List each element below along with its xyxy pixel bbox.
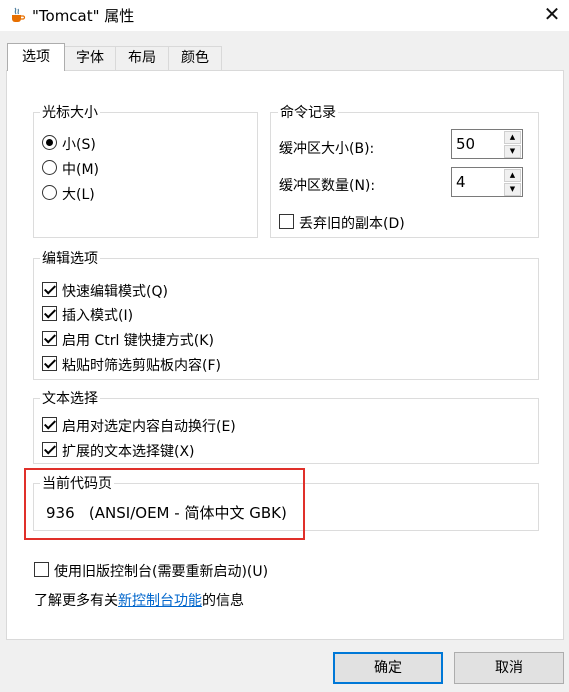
new-console-features-link[interactable]: 新控制台功能: [118, 593, 202, 609]
buffer-count-label: 缓冲区数量(N):: [279, 178, 376, 194]
info-suffix: 的信息: [202, 593, 244, 609]
radio-small-label: 小(S): [62, 137, 96, 153]
text-selection-legend: 文本选择: [40, 388, 100, 408]
buffer-size-label: 缓冲区大小(B):: [279, 141, 375, 157]
info-text: 了解更多有关新控制台功能的信息: [34, 590, 244, 610]
tab-layout[interactable]: 布局: [115, 46, 169, 70]
tab-options[interactable]: 选项: [7, 43, 65, 71]
tab-font[interactable]: 字体: [64, 46, 116, 70]
buffer-count-value: 4: [456, 173, 466, 191]
info-prefix: 了解更多有关: [34, 593, 118, 609]
cancel-button[interactable]: 取消: [454, 652, 564, 684]
extended-keys-label: 扩展的文本选择键(X): [62, 444, 195, 460]
radio-small[interactable]: [42, 135, 57, 150]
spin-down-icon[interactable]: ▼: [504, 145, 521, 158]
close-icon[interactable]: ✕: [538, 2, 566, 28]
legacy-console-label: 使用旧版控制台(需要重新启动)(U): [54, 564, 269, 580]
buffer-count-spinner[interactable]: 4 ▲ ▼: [451, 167, 523, 197]
legacy-console-checkbox[interactable]: [34, 562, 49, 577]
java-cup-icon: [8, 6, 26, 24]
ok-button[interactable]: 确定: [333, 652, 443, 684]
ctrl-shortcuts-checkbox[interactable]: [42, 331, 57, 346]
tab-colors[interactable]: 颜色: [168, 46, 222, 70]
radio-large-label: 大(L): [62, 187, 95, 203]
insert-mode-label: 插入模式(I): [62, 308, 134, 324]
ctrl-shortcuts-label: 启用 Ctrl 键快捷方式(K): [62, 333, 214, 349]
spin-up-icon[interactable]: ▲: [504, 169, 521, 182]
insert-mode-checkbox[interactable]: [42, 306, 57, 321]
discard-old-checkbox[interactable]: [279, 214, 294, 229]
extended-keys-checkbox[interactable]: [42, 442, 57, 457]
filter-paste-label: 粘贴时筛选剪贴板内容(F): [62, 358, 221, 374]
buffer-size-value: 50: [456, 135, 476, 153]
discard-old-label: 丢弃旧的副本(D): [299, 216, 405, 232]
radio-medium[interactable]: [42, 160, 57, 175]
radio-medium-label: 中(M): [62, 162, 100, 178]
wrap-selection-label: 启用对选定内容自动换行(E): [62, 419, 236, 435]
edit-options-legend: 编辑选项: [40, 248, 100, 268]
wrap-selection-checkbox[interactable]: [42, 417, 57, 432]
window-title: "Tomcat" 属性: [32, 7, 135, 25]
cursor-size-legend: 光标大小: [40, 102, 100, 122]
quick-edit-label: 快速编辑模式(Q): [62, 284, 168, 300]
buffer-size-spinner[interactable]: 50 ▲ ▼: [451, 129, 523, 159]
spin-down-icon[interactable]: ▼: [504, 183, 521, 196]
command-history-legend: 命令记录: [278, 102, 338, 122]
radio-large[interactable]: [42, 185, 57, 200]
highlight-box: [24, 468, 305, 540]
filter-paste-checkbox[interactable]: [42, 356, 57, 371]
spin-up-icon[interactable]: ▲: [504, 131, 521, 144]
quick-edit-checkbox[interactable]: [42, 282, 57, 297]
